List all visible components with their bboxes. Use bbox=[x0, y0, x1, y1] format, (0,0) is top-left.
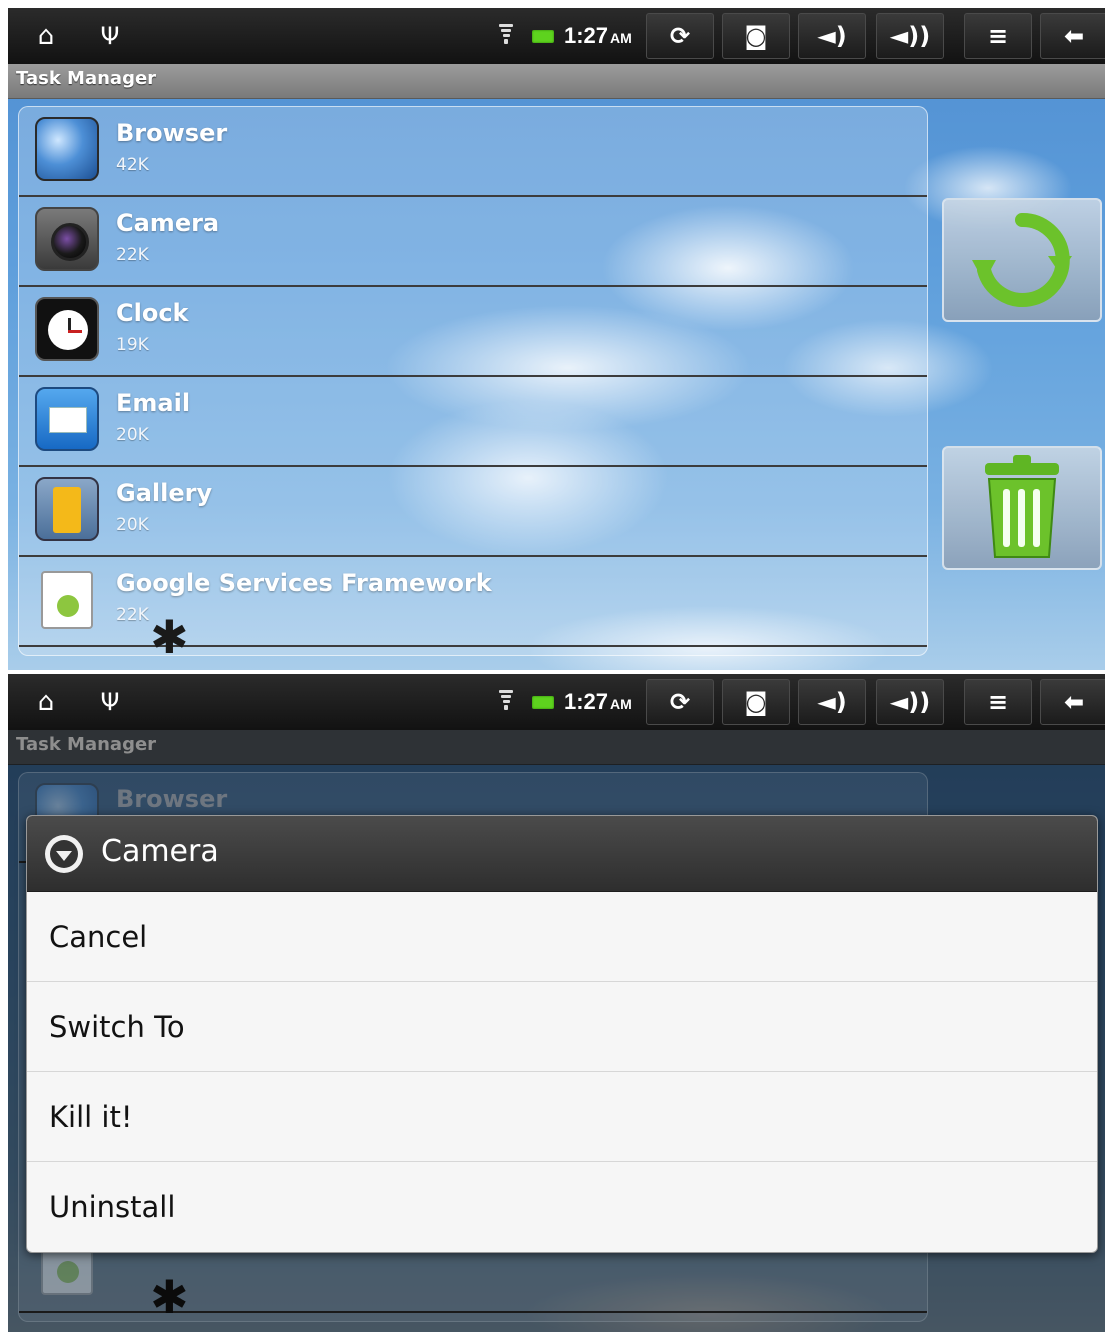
usb-icon: Ψ bbox=[100, 688, 120, 716]
task-row-clock[interactable]: Clock 19K bbox=[19, 287, 927, 377]
trash-icon bbox=[985, 455, 1059, 558]
sync-icon[interactable]: ⟳ bbox=[646, 13, 714, 59]
sync-icon[interactable]: ⟳ bbox=[646, 679, 714, 725]
title-bar: Task Manager bbox=[8, 730, 1105, 765]
camera-icon bbox=[35, 207, 99, 271]
task-name: Camera bbox=[116, 209, 220, 237]
chevron-down-circle-icon bbox=[45, 835, 83, 873]
task-size: 20K bbox=[116, 515, 149, 535]
refresh-icon bbox=[972, 212, 1072, 307]
task-manager-screen: ⌂ Ψ 1:27 AM ⟳ ◙ ◄) ◄)) ≡ ⬅ Task Manager B… bbox=[8, 8, 1105, 670]
gallery-icon bbox=[35, 477, 99, 541]
wifi-icon bbox=[494, 8, 518, 64]
task-size: 22K bbox=[116, 245, 149, 265]
clear-all-button[interactable] bbox=[942, 446, 1102, 570]
kill-it-option[interactable]: Kill it! bbox=[27, 1072, 1097, 1162]
refresh-button[interactable] bbox=[942, 198, 1102, 322]
home-icon[interactable]: ⌂ bbox=[26, 674, 66, 730]
battery-icon bbox=[528, 674, 558, 730]
volume-up-icon[interactable]: ◄)) bbox=[876, 679, 944, 725]
screenshot-camera-icon[interactable]: ◙ bbox=[722, 679, 790, 725]
usb-icon: Ψ bbox=[100, 22, 120, 50]
home-icon[interactable]: ⌂ bbox=[26, 8, 66, 64]
task-size: 19K bbox=[116, 335, 149, 355]
task-row-email[interactable]: Email 20K bbox=[19, 377, 927, 467]
task-name: Google Services Framework bbox=[116, 569, 492, 597]
task-row-browser[interactable]: Browser 42K bbox=[19, 107, 927, 197]
page-title: Task Manager bbox=[16, 734, 157, 755]
android-icon bbox=[41, 571, 93, 629]
menu-icon[interactable]: ≡ bbox=[964, 13, 1032, 59]
volume-down-icon[interactable]: ◄) bbox=[798, 679, 866, 725]
task-row-camera[interactable]: Camera 22K bbox=[19, 197, 927, 287]
task-list: Browser 42K Camera 22K Clock 19K Email 2… bbox=[18, 106, 928, 656]
task-size: 22K bbox=[116, 605, 149, 625]
title-bar: Task Manager bbox=[8, 64, 1105, 99]
palm-tree-decoration: ✱ bbox=[150, 1270, 189, 1324]
wifi-icon bbox=[494, 674, 518, 730]
task-name: Browser bbox=[116, 785, 228, 813]
task-row-gallery[interactable]: Gallery 20K bbox=[19, 467, 927, 557]
cancel-option[interactable]: Cancel bbox=[27, 892, 1097, 982]
task-name: Browser bbox=[116, 119, 228, 147]
page-title: Task Manager bbox=[16, 68, 157, 89]
status-clock: 1:27 AM bbox=[564, 23, 632, 48]
palm-tree-decoration: ✱ bbox=[150, 610, 189, 664]
uninstall-option[interactable]: Uninstall bbox=[27, 1162, 1097, 1252]
task-manager-dialog-screen: ⌂ Ψ 1:27 AM ⟳ ◙ ◄) ◄)) ≡ ⬅ Task Manager B… bbox=[8, 674, 1105, 1332]
task-size: 20K bbox=[116, 425, 149, 445]
back-icon[interactable]: ⬅ bbox=[1040, 13, 1105, 59]
dialog-title: Camera bbox=[101, 834, 219, 869]
task-name: Gallery bbox=[116, 479, 213, 507]
email-icon bbox=[35, 387, 99, 451]
battery-icon bbox=[528, 8, 558, 64]
status-bar: ⌂ Ψ 1:27 AM ⟳ ◙ ◄) ◄)) ≡ ⬅ bbox=[8, 8, 1105, 64]
switch-to-option[interactable]: Switch To bbox=[27, 982, 1097, 1072]
menu-icon[interactable]: ≡ bbox=[964, 679, 1032, 725]
screenshot-camera-icon[interactable]: ◙ bbox=[722, 13, 790, 59]
back-icon[interactable]: ⬅ bbox=[1040, 679, 1105, 725]
task-name: Clock bbox=[116, 299, 189, 327]
task-options-dialog: Camera Cancel Switch To Kill it! Uninsta… bbox=[26, 815, 1098, 1253]
task-name: Email bbox=[116, 389, 191, 417]
status-bar: ⌂ Ψ 1:27 AM ⟳ ◙ ◄) ◄)) ≡ ⬅ bbox=[8, 674, 1105, 730]
browser-icon bbox=[35, 117, 99, 181]
clock-icon bbox=[35, 297, 99, 361]
volume-up-icon[interactable]: ◄)) bbox=[876, 13, 944, 59]
task-size: 42K bbox=[116, 155, 149, 175]
volume-down-icon[interactable]: ◄) bbox=[798, 13, 866, 59]
status-clock: 1:27 AM bbox=[564, 689, 632, 714]
dialog-header: Camera bbox=[27, 816, 1097, 892]
